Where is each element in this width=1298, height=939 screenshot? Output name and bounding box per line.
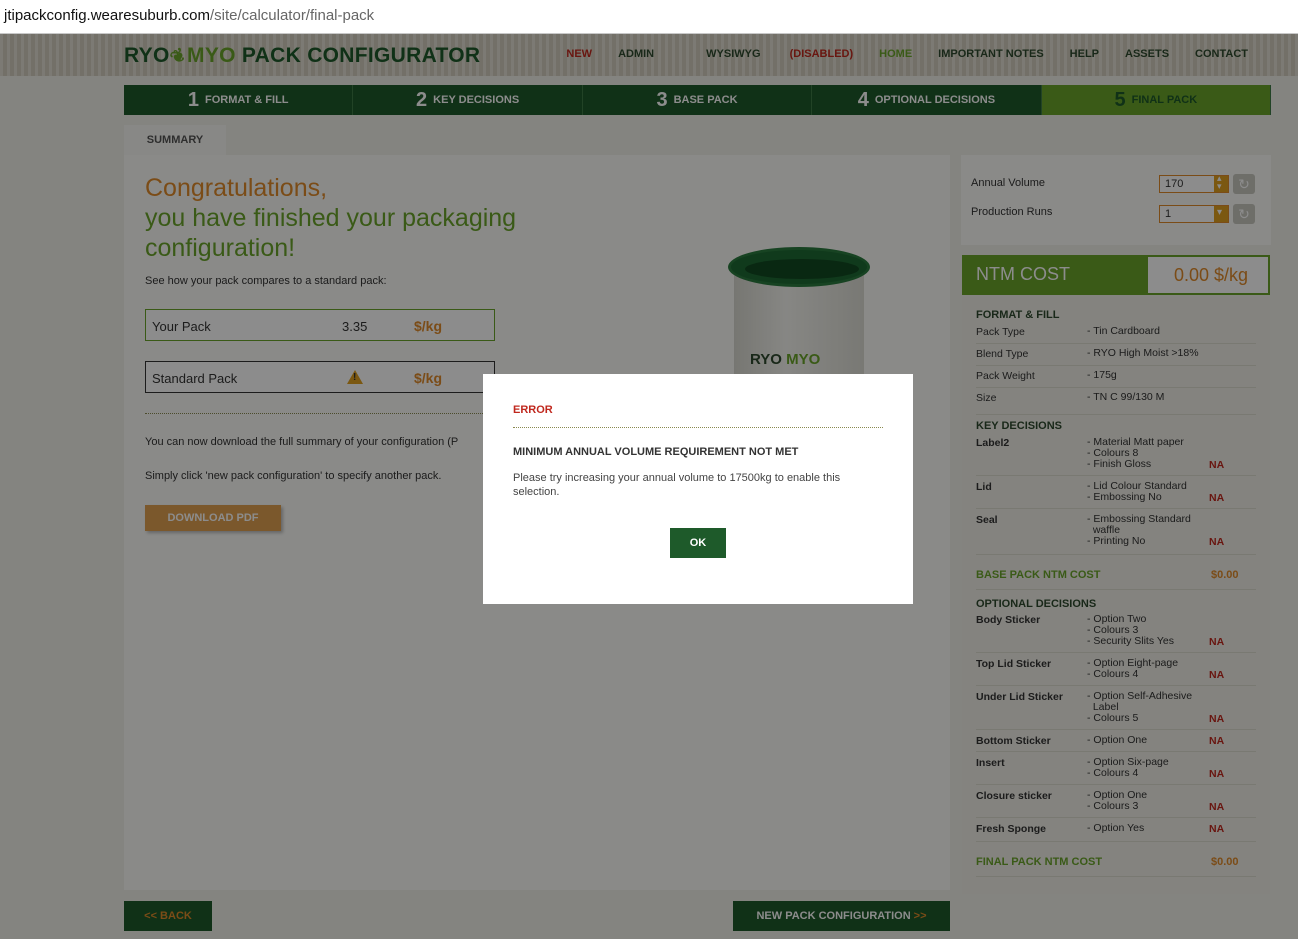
- url-text[interactable]: jtipackconfig.wearesuburb.com/site/calcu…: [4, 7, 374, 24]
- error-heading: MINIMUM ANNUAL VOLUME REQUIREMENT NOT ME…: [513, 446, 799, 458]
- ok-button[interactable]: OK: [670, 528, 726, 558]
- error-title: ERROR: [513, 404, 553, 416]
- browser-url-bar[interactable]: jtipackconfig.wearesuburb.com/site/calcu…: [0, 0, 1298, 34]
- error-dialog: ERROR MINIMUM ANNUAL VOLUME REQUIREMENT …: [483, 374, 913, 604]
- divider: [513, 427, 883, 428]
- error-message: Please try increasing your annual volume…: [513, 472, 841, 498]
